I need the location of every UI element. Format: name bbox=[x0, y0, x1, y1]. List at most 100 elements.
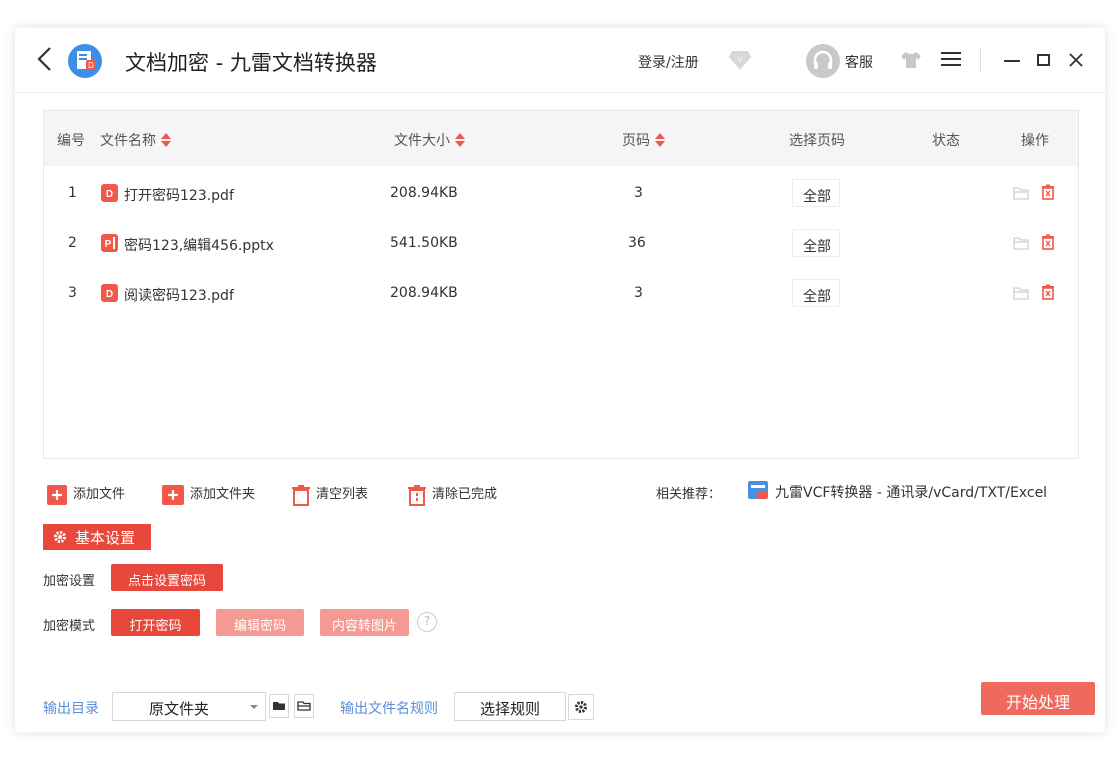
maximize-icon[interactable] bbox=[1033, 50, 1055, 70]
browse-folder-button[interactable] bbox=[269, 694, 289, 718]
recommend-link[interactable]: 九雷VCF转换器 - 通讯录/vCard/TXT/Excel bbox=[775, 482, 1047, 502]
trash-check-icon bbox=[408, 484, 426, 506]
pptx-file-icon: P bbox=[101, 234, 118, 252]
row-page-count: 3 bbox=[634, 185, 643, 201]
basic-settings-header: 基本设置 bbox=[43, 524, 151, 550]
file-table: 编号 文件名称 文件大小 页码 选择页码 状态 操作 1 D 打开密码123.p… bbox=[43, 110, 1079, 459]
vip-diamond-icon[interactable]: V bbox=[728, 49, 752, 71]
open-folder-icon bbox=[297, 701, 311, 711]
open-folder-icon[interactable] bbox=[1013, 185, 1029, 201]
gear-icon bbox=[54, 531, 66, 543]
svg-text:D: D bbox=[106, 289, 113, 300]
header-name-label: 文件名称 bbox=[100, 133, 156, 149]
row-file-name: 密码123,编辑456.pptx bbox=[124, 238, 274, 254]
customer-service-icon[interactable] bbox=[806, 44, 840, 78]
add-file-label: 添加文件 bbox=[73, 487, 126, 502]
add-file-button[interactable]: 添加文件 bbox=[47, 483, 125, 505]
header-index: 编号 bbox=[57, 133, 85, 149]
app-window: D 文档加密 - 九雷文档转换器 登录/注册 V 客服 编号 文件名称 文件大小… bbox=[15, 28, 1105, 732]
help-icon[interactable]: ? bbox=[417, 612, 437, 632]
title-bar: D 文档加密 - 九雷文档转换器 登录/注册 V 客服 bbox=[15, 28, 1105, 93]
minimize-icon[interactable] bbox=[1001, 50, 1023, 70]
start-processing-button[interactable]: 开始处理 bbox=[981, 682, 1095, 715]
login-register-link[interactable]: 登录/注册 bbox=[638, 52, 699, 72]
mode-content-to-image-button[interactable]: 内容转图片 bbox=[320, 609, 409, 636]
back-arrow-icon[interactable] bbox=[35, 46, 55, 72]
row-page-count: 36 bbox=[628, 235, 646, 251]
row-file-size: 208.94KB bbox=[390, 285, 458, 301]
header-status: 状态 bbox=[932, 133, 960, 149]
row-file-size: 541.50KB bbox=[390, 235, 458, 251]
gear-icon bbox=[575, 701, 587, 713]
recommend-label: 相关推荐： bbox=[656, 487, 722, 502]
table-header: 编号 文件名称 文件大小 页码 选择页码 状态 操作 bbox=[44, 111, 1078, 166]
page-range-select[interactable]: 全部 bbox=[792, 279, 840, 307]
output-name-rule-label: 输出文件名规则 bbox=[340, 701, 438, 717]
titlebar-divider bbox=[980, 48, 981, 72]
chevron-down-icon bbox=[250, 705, 258, 709]
table-row[interactable]: 3 D 阅读密码123.pdf 208.94KB 3 全部 bbox=[44, 268, 1078, 318]
row-index: 2 bbox=[68, 235, 77, 251]
add-folder-button[interactable]: 添加文件夹 bbox=[162, 483, 255, 505]
header-pages[interactable]: 页码 bbox=[622, 130, 666, 150]
svg-text:P: P bbox=[105, 239, 112, 250]
page-range-select[interactable]: 全部 bbox=[792, 179, 840, 207]
set-password-button[interactable]: 点击设置密码 bbox=[111, 564, 223, 591]
rule-settings-button[interactable] bbox=[568, 694, 594, 720]
folder-plus-icon bbox=[162, 484, 184, 505]
encrypt-settings-label: 加密设置 bbox=[43, 574, 96, 589]
header-pages-label: 页码 bbox=[622, 133, 650, 149]
output-dir-select[interactable]: 原文件夹 bbox=[112, 692, 266, 721]
row-file-size: 208.94KB bbox=[390, 185, 458, 201]
table-row[interactable]: 1 D 打开密码123.pdf 208.94KB 3 全部 bbox=[44, 168, 1078, 218]
output-dir-value: 原文件夹 bbox=[149, 700, 210, 718]
row-file-name: 打开密码123.pdf bbox=[124, 188, 234, 204]
sort-icon[interactable] bbox=[160, 132, 172, 148]
clear-list-label: 清空列表 bbox=[316, 487, 369, 502]
encrypt-mode-label: 加密模式 bbox=[43, 619, 96, 634]
delete-icon[interactable] bbox=[1040, 234, 1056, 250]
open-folder-icon[interactable] bbox=[1013, 235, 1029, 251]
app-logo-icon: D bbox=[68, 44, 102, 78]
delete-icon[interactable] bbox=[1040, 184, 1056, 200]
plus-icon bbox=[47, 484, 67, 505]
sort-icon[interactable] bbox=[454, 132, 466, 148]
row-index: 1 bbox=[68, 185, 77, 201]
customer-service-label[interactable]: 客服 bbox=[845, 52, 873, 72]
close-icon[interactable] bbox=[1065, 50, 1087, 70]
open-folder-icon[interactable] bbox=[1013, 285, 1029, 301]
table-row[interactable]: 2 P 密码123,编辑456.pptx 541.50KB 36 全部 bbox=[44, 218, 1078, 268]
header-size[interactable]: 文件大小 bbox=[394, 130, 466, 150]
page-range-select[interactable]: 全部 bbox=[792, 229, 840, 257]
vcf-converter-icon[interactable] bbox=[747, 479, 769, 501]
svg-text:D: D bbox=[88, 61, 94, 70]
header-name[interactable]: 文件名称 bbox=[100, 130, 172, 150]
svg-text:D: D bbox=[106, 189, 113, 200]
select-rule-button[interactable]: 选择规则 bbox=[454, 692, 566, 721]
header-select-pages: 选择页码 bbox=[789, 133, 845, 149]
skin-shirt-icon[interactable] bbox=[900, 51, 922, 69]
pdf-file-icon: D bbox=[101, 184, 118, 202]
basic-settings-label: 基本设置 bbox=[75, 529, 136, 547]
header-size-label: 文件大小 bbox=[394, 133, 450, 149]
pdf-file-icon: D bbox=[101, 284, 118, 302]
open-output-folder-button[interactable] bbox=[294, 694, 314, 718]
svg-text:V: V bbox=[737, 55, 743, 64]
header-actions: 操作 bbox=[1021, 133, 1049, 149]
page-title: 文档加密 - 九雷文档转换器 bbox=[125, 51, 377, 75]
folder-icon bbox=[273, 702, 285, 710]
mode-edit-password-button[interactable]: 编辑密码 bbox=[216, 609, 304, 636]
clear-done-label: 清除已完成 bbox=[432, 487, 498, 502]
add-folder-label: 添加文件夹 bbox=[190, 487, 256, 502]
output-dir-label: 输出目录 bbox=[43, 701, 99, 717]
menu-hamburger-icon[interactable] bbox=[940, 49, 962, 69]
row-index: 3 bbox=[68, 285, 77, 301]
mode-open-password-button[interactable]: 打开密码 bbox=[111, 609, 200, 636]
row-page-count: 3 bbox=[634, 285, 643, 301]
clear-list-button[interactable]: 清空列表 bbox=[290, 483, 369, 506]
row-file-name: 阅读密码123.pdf bbox=[124, 288, 234, 304]
sort-icon[interactable] bbox=[654, 132, 666, 148]
clear-done-button[interactable]: 清除已完成 bbox=[406, 483, 498, 506]
trash-icon bbox=[292, 484, 310, 506]
delete-icon[interactable] bbox=[1040, 284, 1056, 300]
